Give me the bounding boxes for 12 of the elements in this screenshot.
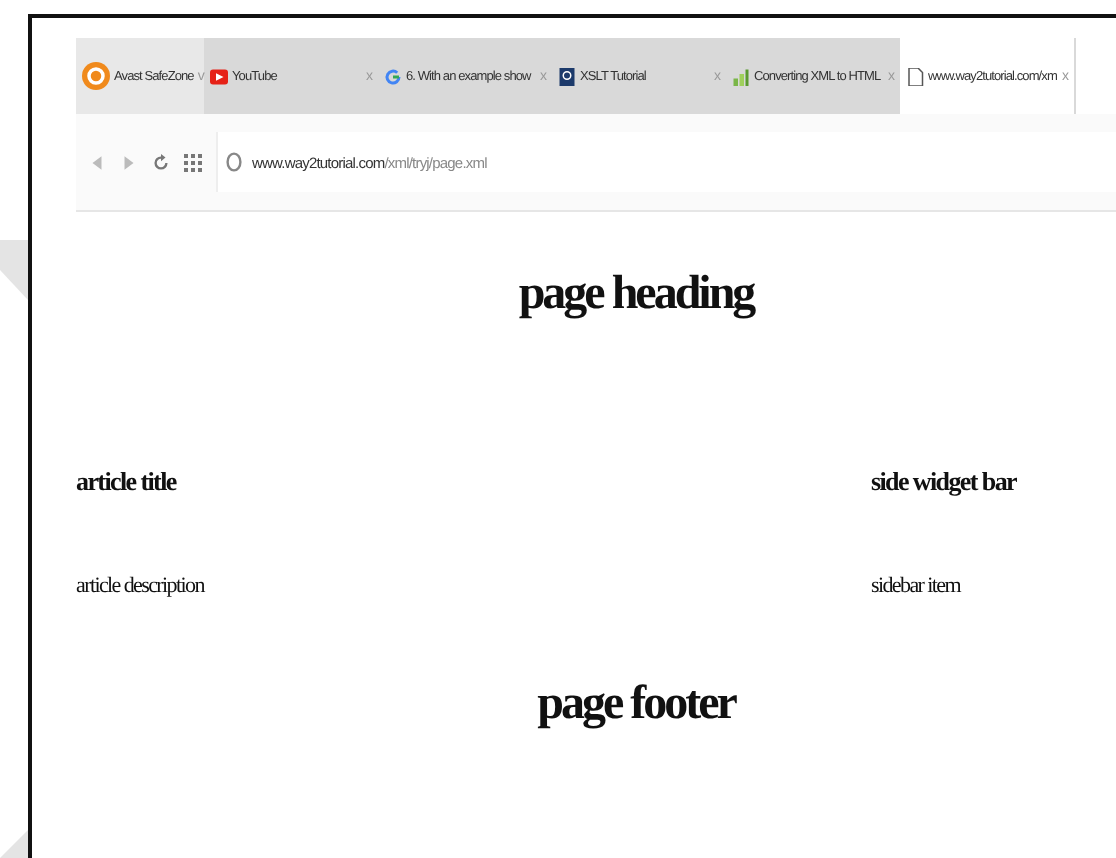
page-icon	[906, 67, 924, 85]
article-description: article description	[76, 574, 204, 598]
apps-icon[interactable]	[184, 153, 202, 171]
page-footer: page footer	[76, 678, 1076, 732]
sidebar-title: side widget bar	[870, 466, 1016, 498]
reload-icon[interactable]	[152, 153, 170, 171]
play-icon	[210, 67, 228, 85]
sidebar-item: sidebar item	[870, 574, 963, 598]
chart-icon	[732, 67, 750, 85]
article-title: article title	[76, 466, 179, 498]
page-heading: page heading	[516, 268, 757, 322]
google-icon	[384, 67, 402, 85]
